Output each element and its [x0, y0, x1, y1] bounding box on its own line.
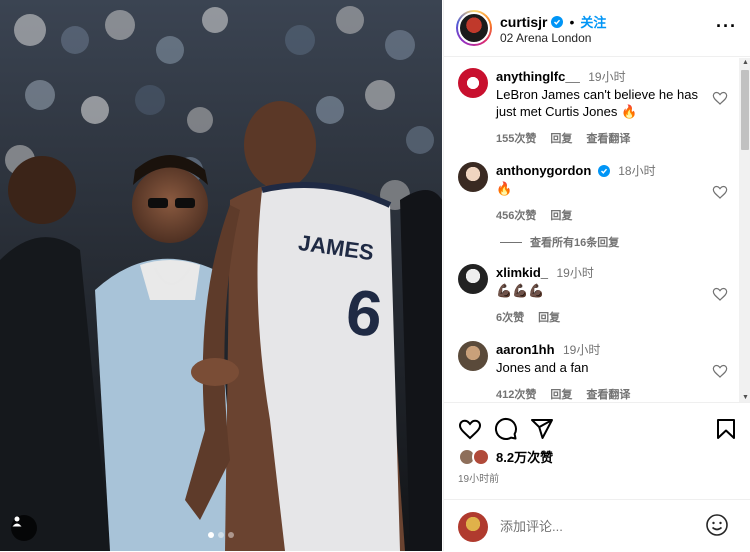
comment-username[interactable]: xlimkid_	[496, 265, 548, 280]
bookmark-icon[interactable]	[714, 417, 738, 441]
commenter-avatar[interactable]	[458, 341, 488, 371]
more-options-button[interactable]: ···	[716, 17, 737, 35]
reply-button[interactable]: 回复	[550, 130, 572, 146]
comment-icon[interactable]	[494, 417, 518, 441]
comment-time: 18小时	[618, 164, 656, 178]
verified-icon	[551, 15, 564, 28]
reply-button[interactable]: 回复	[538, 309, 560, 325]
scrollbar-thumb[interactable]	[741, 70, 749, 150]
post-sidebar: curtisjr • 关注 02 Arena London ··· anythi…	[443, 0, 750, 551]
post-photo[interactable]: JAMES 6	[0, 0, 442, 551]
comment-username[interactable]: anthonygordon	[496, 163, 591, 178]
emoji-icon[interactable]	[705, 513, 729, 537]
translate-button[interactable]: 查看翻译	[586, 386, 630, 402]
commenter-avatar[interactable]	[458, 68, 488, 98]
heart-icon[interactable]	[712, 286, 728, 302]
heart-icon[interactable]	[712, 184, 728, 200]
author-avatar[interactable]	[456, 10, 492, 46]
comment-likes[interactable]: 6次赞	[496, 309, 524, 325]
comment-time: 19小时	[556, 266, 594, 280]
comment-likes[interactable]: 155次赞	[496, 130, 536, 146]
likes-row[interactable]: 8.2万次赞	[458, 447, 553, 466]
likes-count[interactable]: 8.2万次赞	[496, 447, 553, 466]
comment-time: 19小时	[562, 343, 601, 357]
comment-input[interactable]	[500, 516, 690, 536]
user-tag-icon	[12, 516, 22, 527]
comment-time: 19小时	[588, 70, 626, 84]
reply-button[interactable]: 回复	[550, 207, 572, 223]
jersey-number: 6	[343, 275, 386, 350]
scroll-down-arrow[interactable]: ▼	[742, 394, 749, 401]
comment-text: Jones and a fan	[496, 360, 589, 375]
view-all-replies-label: 查看所有16条回复	[530, 237, 620, 249]
follow-button[interactable]: 关注	[580, 12, 606, 31]
scroll-up-arrow[interactable]: ▲	[742, 59, 749, 66]
comments-list[interactable]: anythinglfc__ 19小时 LeBron James can't be…	[444, 58, 740, 402]
comment-likes[interactable]: 412次赞	[496, 386, 536, 402]
viewer-avatar	[458, 512, 488, 542]
comment-text: 🔥	[496, 181, 513, 196]
separator-dot: •	[569, 13, 575, 30]
commenter-avatar[interactable]	[458, 162, 488, 192]
share-icon[interactable]	[530, 417, 554, 441]
reply-button[interactable]: 回复	[550, 386, 572, 402]
more-icon: ···	[716, 16, 737, 36]
view-all-replies[interactable]: 查看所有16条回复	[500, 234, 619, 250]
author-row: curtisjr • 关注	[500, 12, 606, 31]
commenter-avatar[interactable]	[458, 264, 488, 294]
heart-icon[interactable]	[712, 90, 728, 106]
like-heart-icon[interactable]	[458, 417, 482, 441]
comments-scrollbar[interactable]: ▲ ▼	[739, 58, 750, 402]
carousel-dot	[218, 532, 224, 538]
instagram-post-window: JAMES 6 curtisjr • 关注 02 Arena London ··…	[0, 0, 750, 551]
add-comment-bar	[444, 499, 750, 552]
liker-avatar	[472, 447, 490, 466]
carousel-dot	[228, 532, 234, 538]
photo-illustration: JAMES 6	[0, 0, 442, 551]
post-header: curtisjr • 关注 02 Arena London ···	[444, 0, 750, 57]
comment-likes[interactable]: 456次赞	[496, 207, 536, 223]
post-actions: 8.2万次赞 19小时前	[444, 402, 750, 551]
comment-username[interactable]: anythinglfc__	[496, 69, 580, 84]
comment-text: 💪🏿💪🏿💪🏿	[496, 283, 545, 298]
comment-username[interactable]: aaron1hh	[496, 342, 555, 357]
translate-button[interactable]: 查看翻译	[586, 130, 630, 146]
post-timestamp[interactable]: 19小时前	[458, 470, 499, 485]
heart-icon[interactable]	[712, 363, 728, 379]
carousel-indicator	[0, 532, 442, 538]
comment-text: LeBron James can't believe he has just m…	[496, 87, 698, 119]
author-username[interactable]: curtisjr	[500, 14, 547, 30]
post-location[interactable]: 02 Arena London	[500, 31, 591, 45]
verified-icon	[597, 164, 610, 177]
carousel-dot	[208, 532, 214, 538]
